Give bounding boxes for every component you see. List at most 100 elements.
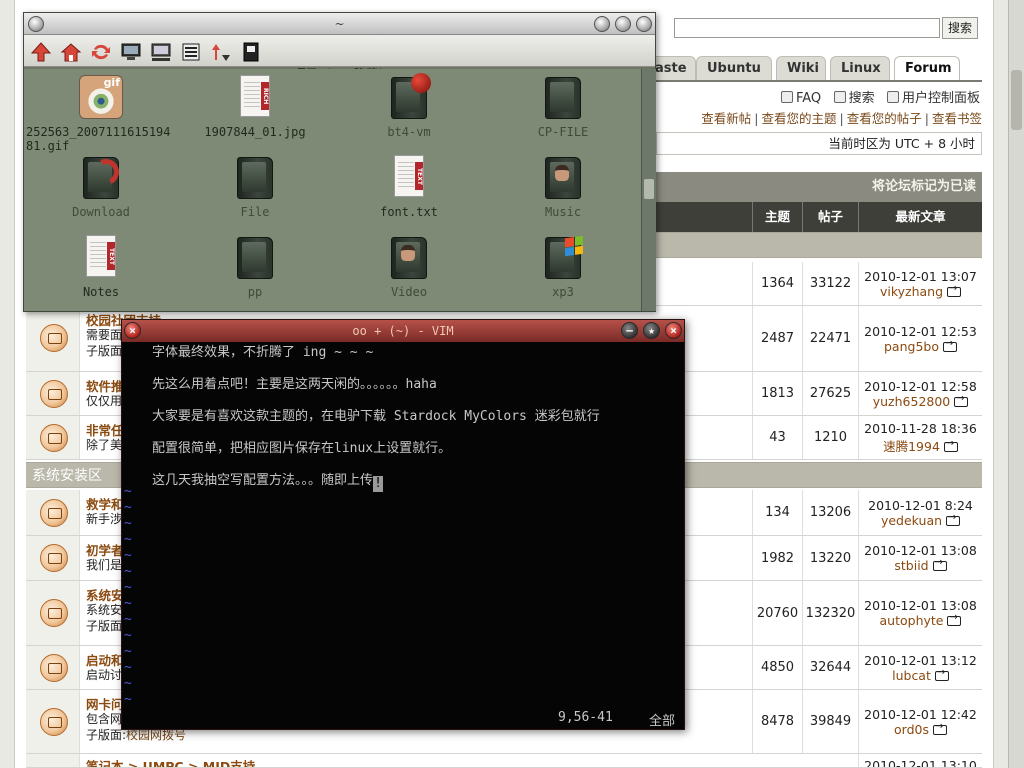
video-avatar-icon bbox=[401, 245, 415, 261]
forum-icon bbox=[40, 499, 68, 527]
close-icon[interactable]: × bbox=[665, 322, 682, 339]
window-menu-button[interactable] bbox=[28, 16, 44, 32]
terminal-icon[interactable] bbox=[240, 41, 262, 63]
tilde-line: ~ bbox=[124, 532, 132, 547]
new-posts-link[interactable]: 查看新帖 bbox=[701, 111, 751, 126]
vim-statusline: 9,56-41 全部 bbox=[122, 710, 684, 729]
file-item[interactable]: RICH 1907844_01.jpg bbox=[180, 73, 330, 139]
latest-user-link[interactable]: 速腾1994 bbox=[883, 439, 940, 454]
file-item[interactable]: File bbox=[180, 153, 330, 219]
search-button[interactable]: 搜索 bbox=[942, 17, 978, 39]
goto-post-icon[interactable] bbox=[943, 438, 958, 452]
post-count: 132320 bbox=[802, 581, 858, 645]
latest-user-link[interactable]: yuzh652800 bbox=[873, 394, 951, 409]
goto-post-icon[interactable] bbox=[946, 512, 961, 526]
tab-wiki[interactable]: Wiki bbox=[776, 56, 826, 80]
latest-user-link[interactable]: autophyte bbox=[880, 613, 944, 628]
file-item[interactable]: TEXT Notes bbox=[26, 233, 176, 299]
file-item[interactable]: TEXT font.txt bbox=[334, 153, 484, 219]
forum-icon bbox=[40, 708, 68, 736]
goto-post-icon[interactable] bbox=[932, 721, 947, 735]
file-item[interactable]: bt4-vm bbox=[334, 73, 484, 139]
vim-titlebar[interactable]: × oo + (~) - VIM – ★ × bbox=[122, 320, 684, 342]
tab-ubuntu[interactable]: Ubuntu bbox=[696, 56, 772, 80]
tab-paste[interactable]: aste bbox=[650, 56, 696, 80]
tab-linux[interactable]: Linux bbox=[830, 56, 890, 80]
sort-icon[interactable] bbox=[210, 41, 232, 63]
forum-desc: 包含网 bbox=[86, 712, 123, 726]
goto-post-icon[interactable] bbox=[947, 283, 962, 297]
file-item[interactable]: xp3 bbox=[488, 233, 638, 299]
file-item[interactable]: gif 252563_200711161519481.gif bbox=[26, 73, 176, 153]
star-icon[interactable]: ★ bbox=[643, 322, 660, 339]
file-item[interactable]: CP-FILE bbox=[488, 73, 638, 139]
topic-count: 1982 bbox=[752, 536, 802, 580]
your-topics-link[interactable]: 查看您的主题 bbox=[762, 111, 837, 126]
goto-post-icon[interactable] bbox=[934, 667, 949, 681]
reload-icon[interactable] bbox=[90, 41, 112, 63]
forum-row[interactable]: 笔记本 > UMPC > MID支持 2010-12-01 13:10 bbox=[26, 754, 982, 768]
subforum-link[interactable]: 校园网拨号 bbox=[126, 728, 186, 742]
tilde-line: ~ bbox=[124, 612, 132, 627]
minimize-icon[interactable]: – bbox=[621, 322, 638, 339]
latest-user-link[interactable]: ord0s bbox=[894, 722, 929, 737]
file-item[interactable]: Video bbox=[334, 233, 484, 299]
music-avatar-icon bbox=[555, 165, 569, 181]
tilde-line: ~ bbox=[124, 580, 132, 595]
search-link[interactable]: 搜索 bbox=[849, 91, 875, 106]
latest-post: 2010-12-01 13:07 vikyzhang bbox=[858, 262, 982, 305]
home-icon[interactable] bbox=[60, 41, 82, 63]
vim-title: oo + (~) - VIM bbox=[352, 324, 454, 338]
list-view-icon[interactable] bbox=[180, 41, 202, 63]
file-manager-scrollbar[interactable] bbox=[641, 69, 656, 311]
tilde-line: ~ bbox=[124, 644, 132, 659]
file-item[interactable]: Download bbox=[26, 153, 176, 219]
tab-forum[interactable]: Forum bbox=[894, 56, 960, 82]
faq-link[interactable]: FAQ bbox=[796, 91, 821, 106]
latest-user-link[interactable]: lubcat bbox=[892, 668, 931, 683]
vim-buffer[interactable]: 字体最终效果，不折腾了 ing ~ ~ ~ 先这么用着点吧！主要是这两天闲的。。… bbox=[152, 344, 600, 504]
file-item[interactable]: Music bbox=[488, 153, 638, 219]
latest-user-link[interactable]: pang5bo bbox=[884, 339, 939, 354]
search-input[interactable] bbox=[674, 18, 940, 38]
cursor-position: 9,56-41 bbox=[558, 710, 613, 725]
minimize-button[interactable] bbox=[594, 16, 610, 32]
bookmarks-link[interactable]: 查看书签 bbox=[932, 111, 982, 126]
goto-post-icon[interactable] bbox=[943, 338, 957, 352]
file-manager-titlebar[interactable]: ~ bbox=[24, 13, 655, 35]
file-item[interactable]: pp bbox=[180, 233, 330, 299]
topic-count: 2487 bbox=[752, 306, 802, 371]
goto-post-icon[interactable] bbox=[954, 393, 969, 407]
forum-icon bbox=[40, 544, 68, 572]
user-panel-link[interactable]: 用户控制面板 bbox=[902, 91, 980, 106]
mark-read-link[interactable]: 将论坛标记为已读 bbox=[656, 172, 982, 202]
post-count: 39849 bbox=[802, 690, 858, 753]
network-icon[interactable] bbox=[150, 41, 172, 63]
browser-scrollbar[interactable] bbox=[1008, 0, 1024, 768]
post-count: 13206 bbox=[802, 490, 858, 535]
tilde-line: ~ bbox=[124, 548, 132, 563]
folder-icon bbox=[237, 157, 273, 199]
latest-user-link[interactable]: stbiid bbox=[894, 558, 928, 573]
globe-icon bbox=[411, 73, 431, 93]
post-count: 33122 bbox=[802, 262, 858, 305]
your-posts-link[interactable]: 查看您的帖子 bbox=[847, 111, 922, 126]
user-panel-icon bbox=[886, 91, 899, 103]
file-icon-grid: gif 252563_200711161519481.gif RICH 1907… bbox=[24, 69, 641, 311]
forum-desc: 需要面 bbox=[86, 328, 123, 342]
forum-desc: 系统安 bbox=[86, 603, 123, 617]
post-count: 27625 bbox=[802, 372, 858, 415]
maximize-button[interactable] bbox=[615, 16, 631, 32]
close-button[interactable] bbox=[636, 16, 652, 32]
close-icon[interactable]: × bbox=[124, 322, 141, 339]
scrollbar-thumb[interactable] bbox=[644, 179, 654, 199]
goto-post-icon[interactable] bbox=[947, 612, 962, 626]
latest-user-link[interactable]: vikyzhang bbox=[880, 284, 943, 299]
up-arrow-icon[interactable] bbox=[30, 41, 52, 63]
sub-links: 查看新帖 | 查看您的主题 | 查看您的帖子 | 查看书签 bbox=[701, 111, 982, 126]
forum-title[interactable]: 笔记本 > UMPC > MID支持 bbox=[86, 756, 255, 767]
latest-user-link[interactable]: yedekuan bbox=[881, 513, 942, 528]
goto-post-icon[interactable] bbox=[932, 557, 947, 571]
scrollbar-thumb[interactable] bbox=[1011, 70, 1022, 130]
computer-icon[interactable] bbox=[120, 41, 142, 63]
